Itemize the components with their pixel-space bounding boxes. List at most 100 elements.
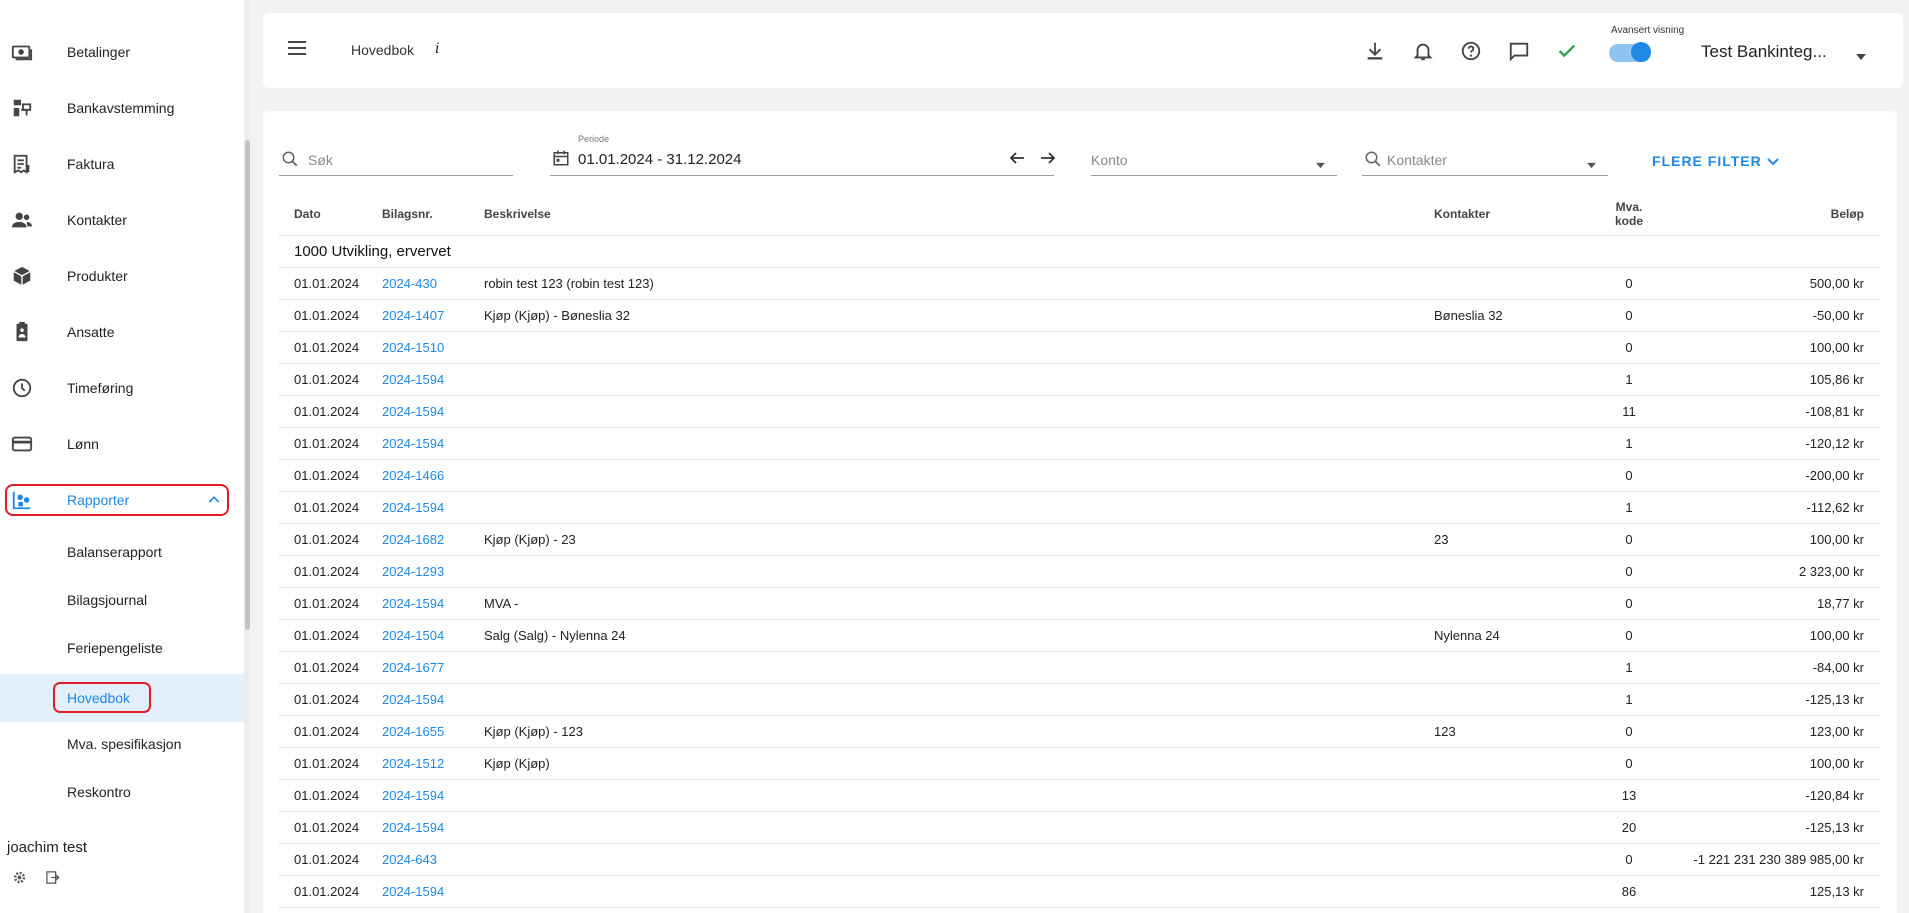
row-vat-code: 0 <box>1584 299 1674 332</box>
header-contacts[interactable]: Kontakter <box>1434 193 1584 236</box>
search-input[interactable]: Søk <box>279 141 513 176</box>
sidebar-subitem-mva-spesifikasjon[interactable]: Mva. spesifikasjon <box>0 722 244 766</box>
info-icon[interactable]: i <box>435 41 439 57</box>
voucher-link[interactable]: 2024-1594 <box>382 404 444 419</box>
download-icon[interactable] <box>1364 40 1386 62</box>
sidebar-item-faktura[interactable]: Faktura <box>0 142 244 186</box>
voucher-link[interactable]: 2024-1466 <box>382 468 444 483</box>
table-row[interactable]: 01.01.2024 2024-1594 1 -120,12 kr <box>279 427 1879 460</box>
sidebar-item-kontakter[interactable]: Kontakter <box>0 198 244 242</box>
sidebar-item-label: Faktura <box>67 156 115 172</box>
gear-icon[interactable] <box>12 870 27 888</box>
voucher-link[interactable]: 2024-1407 <box>382 308 444 323</box>
help-icon[interactable] <box>1460 40 1482 62</box>
more-filters-button[interactable]: FLERE FILTER <box>1652 153 1779 169</box>
ledger-table: Dato Bilagsnr. Beskrivelse Kontakter Mva… <box>279 193 1879 908</box>
page-title: Hovedbok <box>351 42 415 58</box>
table-row[interactable]: 01.01.2024 2024-1677 1 -84,00 kr <box>279 651 1879 684</box>
sidebar-subitem-feriepengeliste[interactable]: Feriepengeliste <box>0 626 244 670</box>
sidebar-item-timeforing[interactable]: Timeføring <box>0 366 244 410</box>
header-date[interactable]: Dato <box>279 193 382 236</box>
voucher-link[interactable]: 2024-1677 <box>382 660 444 675</box>
sidebar-item-lonn[interactable]: Lønn <box>0 422 244 466</box>
advanced-view-toggle[interactable] <box>1609 41 1653 63</box>
voucher-link[interactable]: 2024-1594 <box>382 884 444 899</box>
period-field[interactable]: Periode 01.01.2024 - 31.12.2024 <box>550 134 1056 176</box>
sidebar-subitem-reskontro[interactable]: Reskontro <box>0 770 244 814</box>
voucher-link[interactable]: 2024-1682 <box>382 532 444 547</box>
logout-icon[interactable] <box>45 870 60 888</box>
voucher-link[interactable]: 2024-1512 <box>382 756 444 771</box>
sidebar-item-produkter[interactable]: Produkter <box>0 254 244 298</box>
row-voucher-cell: 2024-1594 <box>382 395 484 428</box>
row-description: Salg (Salg) - Nylenna 24 <box>484 619 1434 652</box>
table-row[interactable]: 01.01.2024 2024-1466 0 -200,00 kr <box>279 459 1879 492</box>
row-contact <box>1434 683 1584 716</box>
header-voucher[interactable]: Bilagsnr. <box>382 193 484 236</box>
contacts-select[interactable]: Kontakter <box>1362 141 1608 176</box>
arrow-left-icon[interactable] <box>1009 151 1025 168</box>
table-row[interactable]: 01.01.2024 2024-1407 Kjøp (Kjøp) - Bønesli… <box>279 299 1879 332</box>
employees-icon <box>10 320 34 344</box>
table-row[interactable]: 01.01.2024 2024-1594 1 -112,62 kr <box>279 491 1879 524</box>
header-description[interactable]: Beskrivelse <box>484 193 1434 236</box>
voucher-link[interactable]: 2024-1594 <box>382 820 444 835</box>
voucher-link[interactable]: 2024-1594 <box>382 692 444 707</box>
table-row[interactable]: 01.01.2024 2024-1594 86 125,13 kr <box>279 875 1879 908</box>
table-row[interactable]: 01.01.2024 2024-1510 0 100,00 kr <box>279 331 1879 364</box>
header-amount[interactable]: Beløp <box>1674 193 1879 236</box>
chevron-up-icon[interactable] <box>206 492 222 511</box>
voucher-link[interactable]: 2024-1655 <box>382 724 444 739</box>
sidebar-item-ansatte[interactable]: Ansatte <box>0 310 244 354</box>
table-row[interactable]: 01.01.2024 2024-1594 20 -125,13 kr <box>279 811 1879 844</box>
table-row[interactable]: 01.01.2024 2024-1682 Kjøp (Kjøp) - 23 23 0 10… <box>279 523 1879 556</box>
table-row[interactable]: 01.01.2024 2024-1594 MVA - 0 18,77 kr <box>279 587 1879 620</box>
voucher-link[interactable]: 2024-1510 <box>382 340 444 355</box>
sidebar-item-label: Kontakter <box>67 212 127 228</box>
sidebar-subitem-bilagsjournal[interactable]: Bilagsjournal <box>0 578 244 622</box>
account-select[interactable]: Konto <box>1091 141 1337 176</box>
chat-icon[interactable] <box>1508 40 1530 62</box>
voucher-link[interactable]: 2024-430 <box>382 276 437 291</box>
table-row[interactable]: 01.01.2024 2024-1655 Kjøp (Kjøp) - 123 123 0… <box>279 715 1879 748</box>
voucher-link[interactable]: 2024-1594 <box>382 372 444 387</box>
row-vat-code: 0 <box>1584 267 1674 300</box>
row-date: 01.01.2024 <box>279 651 382 684</box>
sidebar-item-label: Ansatte <box>67 324 115 340</box>
table-row[interactable]: 01.01.2024 2024-1512 Kjøp (Kjøp) 0 100,00 kr <box>279 747 1879 780</box>
row-voucher-cell: 2024-1510 <box>382 331 484 364</box>
row-voucher-cell: 2024-1504 <box>382 619 484 652</box>
company-selector[interactable]: Test Bankinteg... <box>1701 42 1827 62</box>
row-description <box>484 395 1434 428</box>
voucher-link[interactable]: 2024-1594 <box>382 596 444 611</box>
voucher-link[interactable]: 2024-1594 <box>382 500 444 515</box>
voucher-link[interactable]: 2024-1594 <box>382 788 444 803</box>
table-row[interactable]: 01.01.2024 2024-430 robin test 123 (robin … <box>279 267 1879 300</box>
row-amount: -84,00 kr <box>1674 651 1879 684</box>
table-row[interactable]: 01.01.2024 2024-1594 13 -120,84 kr <box>279 779 1879 812</box>
voucher-link[interactable]: 2024-1504 <box>382 628 444 643</box>
voucher-link[interactable]: 2024-643 <box>382 852 437 867</box>
sidebar-item-bankavstemming[interactable]: Bankavstemming <box>0 86 244 130</box>
sidebar-item-label: Timeføring <box>67 380 134 396</box>
table-row[interactable]: 01.01.2024 2024-1594 1 -125,13 kr <box>279 683 1879 716</box>
caret-down-icon[interactable] <box>1855 48 1867 64</box>
row-date: 01.01.2024 <box>279 619 382 652</box>
header-vat-code[interactable]: Mva. kode <box>1584 193 1674 236</box>
sidebar-scrollbar-thumb[interactable] <box>245 140 250 630</box>
check-icon[interactable] <box>1556 40 1578 62</box>
sidebar-item-betalinger[interactable]: Betalinger <box>0 30 244 74</box>
bell-icon[interactable] <box>1412 40 1434 62</box>
table-row[interactable]: 01.01.2024 2024-643 0 -1 221 231 230 389 98… <box>279 843 1879 876</box>
table-row[interactable]: 01.01.2024 2024-1293 0 2 323,00 kr <box>279 555 1879 588</box>
menu-icon[interactable] <box>287 40 307 59</box>
sidebar-subitem-balanserapport[interactable]: Balanserapport <box>0 530 244 574</box>
voucher-link[interactable]: 2024-1594 <box>382 436 444 451</box>
arrow-right-icon[interactable] <box>1040 151 1056 168</box>
table-row[interactable]: 01.01.2024 2024-1594 1 105,86 kr <box>279 363 1879 396</box>
table-row[interactable]: 01.01.2024 2024-1504 Salg (Salg) - Nylenna… <box>279 619 1879 652</box>
voucher-link[interactable]: 2024-1293 <box>382 564 444 579</box>
search-placeholder: Søk <box>308 152 333 168</box>
table-row[interactable]: 01.01.2024 2024-1594 11 -108,81 kr <box>279 395 1879 428</box>
row-date: 01.01.2024 <box>279 523 382 556</box>
